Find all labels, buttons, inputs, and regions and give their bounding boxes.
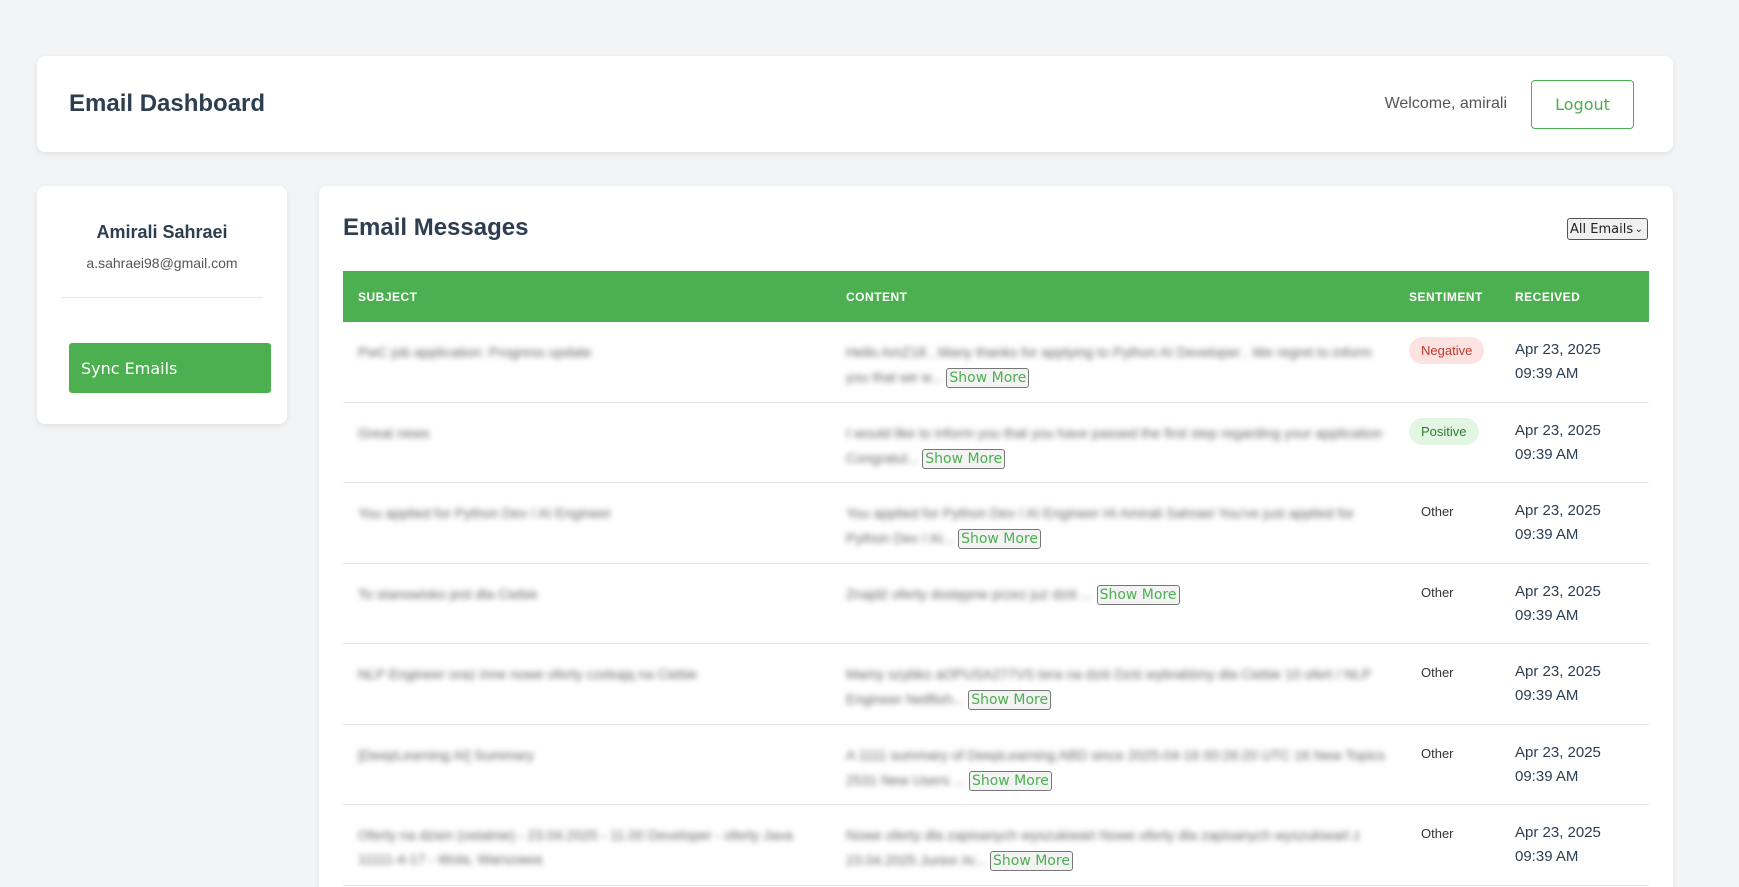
table-row[interactable]: Great news I would like to inform you th…	[343, 402, 1649, 483]
received-date: Apr 23, 2025 09:39 AM	[1515, 580, 1601, 628]
sentiment-cell: Other	[1409, 659, 1466, 686]
table-row[interactable]: NLP Engineer oraz inne nowe oferty czeka…	[343, 644, 1649, 725]
received-date: Apr 23, 2025 09:39 AM	[1515, 499, 1601, 547]
email-content-text: You applied for Python Dev / AI Engineer…	[846, 505, 1355, 546]
received-day: Apr 23, 2025	[1515, 421, 1601, 439]
sentiment-badge: Other	[1421, 665, 1454, 680]
email-subject: NLP Engineer oraz inne nowe oferty czeka…	[358, 666, 698, 682]
show-more-button[interactable]: Show More	[958, 529, 1041, 550]
received-date: Apr 23, 2025 09:39 AM	[1515, 821, 1601, 869]
email-subject: [DeepLearning AI] Summary	[358, 746, 534, 763]
email-content: Mamy szybko aOPUSA277VS tera na dziś Dzi…	[846, 662, 1386, 712]
received-day: Apr 23, 2025	[1515, 824, 1601, 841]
profile-sidebar: Amirali Sahraei a.sahraei98@gmail.com Sy…	[37, 186, 287, 424]
received-time: 09:39 AM	[1515, 526, 1579, 543]
table-row[interactable]: Oferty na dzien (ostatnie) - 23.04.2025 …	[343, 805, 1649, 886]
table-row[interactable]: To stanowisko jest dla Ciebie Znajdź ofe…	[343, 563, 1649, 644]
received-day: Apr 23, 2025	[1515, 341, 1601, 358]
received-time: 09:39 AM	[1515, 687, 1579, 704]
header-right: Welcome, amirali Logout	[1384, 79, 1634, 129]
table-row[interactable]: PwC job application: Progress update Hel…	[343, 322, 1649, 403]
received-time: 09:39 AM	[1515, 848, 1579, 865]
sentiment-badge: Other	[1421, 584, 1454, 600]
column-header-subject[interactable]: SUBJECT	[358, 290, 418, 304]
email-table: SUBJECT CONTENT SENTIMENT RECEIVED PwC j…	[343, 271, 1649, 886]
column-header-content[interactable]: CONTENT	[846, 290, 908, 304]
email-messages-panel: Email Messages All Emails ⌄ SUBJECT CONT…	[319, 186, 1673, 887]
filter-selected-value: All Emails	[1570, 221, 1634, 237]
email-content: I would like to inform you that you have…	[846, 421, 1386, 471]
received-date: Apr 23, 2025 09:39 AM	[1515, 419, 1601, 467]
email-content-text: A 1111 summary of DeepLearning ABD since…	[846, 746, 1386, 788]
sentiment-badge: Positive	[1409, 417, 1479, 445]
sentiment-badge: Negative	[1409, 337, 1485, 364]
sentiment-cell: Other	[1409, 579, 1466, 606]
sentiment-badge: Other	[1421, 504, 1454, 519]
email-subject: Great news	[358, 424, 430, 441]
received-time: 09:39 AM	[1515, 365, 1579, 382]
received-time: 09:39 AM	[1515, 445, 1579, 463]
received-date: Apr 23, 2025 09:39 AM	[1515, 741, 1601, 789]
email-subject: You applied for Python Dev / AI Engineer	[358, 505, 612, 521]
sentiment-cell: Other	[1409, 820, 1466, 847]
received-day: Apr 23, 2025	[1515, 502, 1601, 519]
email-content: Hello AmZ18 , Many thanks for applying t…	[846, 340, 1386, 390]
logout-button[interactable]: Logout	[1531, 79, 1634, 129]
email-content-text: Mamy szybko aOPUSA277VS tera na dziś Dzi…	[846, 666, 1371, 707]
email-content-text: Znajdź oferty dostępne przez już dziś ..…	[846, 585, 1093, 602]
profile-name: Amirali Sahraei	[96, 222, 228, 242]
email-content-text: Hello AmZ18 , Many thanks for applying t…	[846, 344, 1372, 385]
profile-email: a.sahraei98@gmail.com	[86, 255, 238, 271]
sentiment-cell: Negative	[1409, 337, 1485, 364]
column-header-received[interactable]: RECEIVED	[1515, 290, 1580, 304]
section-title: Email Messages	[343, 214, 529, 241]
chevron-down-icon: ⌄	[1634, 223, 1643, 235]
show-more-button[interactable]: Show More	[946, 368, 1030, 389]
show-more-button[interactable]: Show More	[968, 690, 1052, 711]
sync-emails-button[interactable]: Sync Emails	[69, 343, 271, 393]
received-day: Apr 23, 2025	[1515, 663, 1601, 680]
show-more-button[interactable]: Show More	[968, 770, 1052, 791]
email-content-text: Nowe oferty dla zapisanych wyszukiwań No…	[846, 827, 1361, 868]
email-subject: Oferty na dzien (ostatnie) - 23.04.2025 …	[358, 827, 793, 867]
top-header: Email Dashboard Welcome, amirali Logout	[37, 56, 1673, 152]
received-day: Apr 23, 2025	[1515, 582, 1601, 600]
show-more-button[interactable]: Show More	[922, 448, 1006, 469]
received-time: 09:39 AM	[1515, 767, 1579, 785]
received-time: 09:39 AM	[1515, 606, 1579, 624]
email-content: Nowe oferty dla zapisanych wyszukiwań No…	[846, 823, 1386, 873]
table-header: SUBJECT CONTENT SENTIMENT RECEIVED	[343, 271, 1649, 322]
email-content: A 1111 summary of DeepLearning ABD since…	[846, 743, 1386, 793]
email-content: Znajdź oferty dostępne przez już dziś ..…	[846, 582, 1386, 607]
sentiment-cell: Other	[1409, 498, 1466, 525]
table-body: PwC job application: Progress update Hel…	[343, 322, 1649, 886]
column-header-sentiment[interactable]: SENTIMENT	[1409, 290, 1483, 304]
sentiment-badge: Other	[1421, 826, 1454, 841]
show-more-button[interactable]: Show More	[990, 851, 1073, 872]
page-title: Email Dashboard	[69, 90, 266, 117]
email-filter-select[interactable]: All Emails ⌄	[1567, 218, 1648, 240]
email-content: You applied for Python Dev / AI Engineer…	[846, 501, 1386, 551]
welcome-text: Welcome, amirali	[1384, 95, 1507, 112]
email-subject: PwC job application: Progress update	[358, 344, 592, 360]
received-day: Apr 23, 2025	[1515, 743, 1601, 761]
sidebar-divider	[61, 297, 263, 298]
sentiment-cell: Other	[1409, 740, 1466, 767]
received-date: Apr 23, 2025 09:39 AM	[1515, 338, 1601, 386]
received-date: Apr 23, 2025 09:39 AM	[1515, 660, 1601, 708]
sentiment-cell: Positive	[1409, 417, 1479, 445]
show-more-button[interactable]: Show More	[1096, 584, 1180, 605]
table-row[interactable]: [DeepLearning AI] Summary A 1111 summary…	[343, 724, 1649, 805]
email-subject: To stanowisko jest dla Ciebie	[358, 585, 538, 602]
sentiment-badge: Other	[1421, 745, 1454, 761]
table-row[interactable]: You applied for Python Dev / AI Engineer…	[343, 483, 1649, 564]
